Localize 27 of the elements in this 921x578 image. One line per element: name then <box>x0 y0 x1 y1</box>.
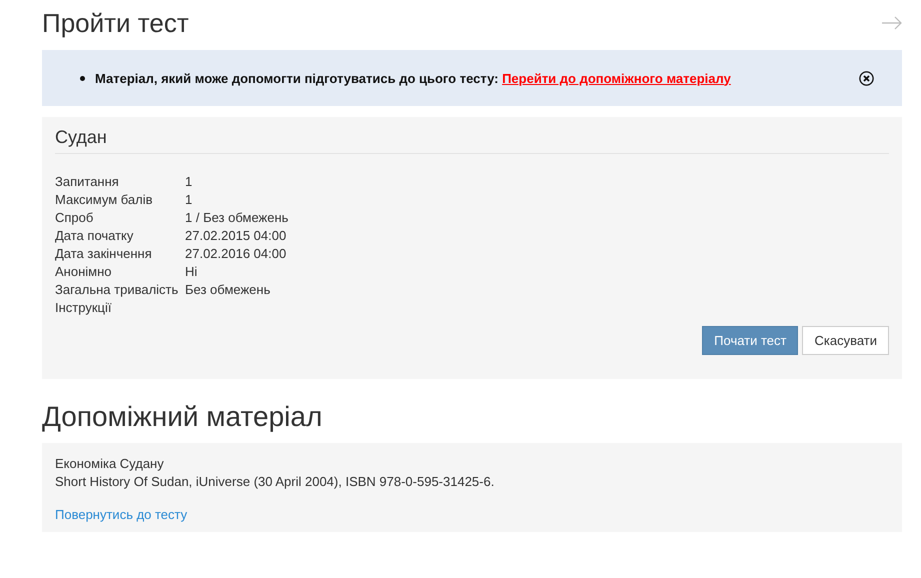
material-text: Short History Of Sudan, iUniverse (30 April 2004), ISBN 978-0-595-31425-6. <box>55 473 496 491</box>
detail-value: Ні <box>185 263 198 281</box>
close-icon[interactable] <box>859 70 874 86</box>
detail-label: Дата закінчення <box>55 245 153 263</box>
detail-value: Без обмежень <box>185 281 272 299</box>
notice-text: Матеріал, який може допомогти підготуватись до цього тесту: Перейти до допоміжного матеріалу <box>95 70 731 86</box>
detail-value: 27.02.2015 04:00 <box>185 227 288 245</box>
detail-label: Дата початку <box>55 227 134 245</box>
detail-value: 1 <box>185 173 194 191</box>
start-test-button[interactable]: Почати тест <box>702 326 798 355</box>
material-link[interactable]: Перейти до допоміжного матеріалу <box>502 70 731 86</box>
test-title: Судан <box>55 127 889 154</box>
detail-label: Запитання <box>55 173 120 191</box>
cancel-button[interactable]: Скасувати <box>802 326 889 355</box>
detail-label: Спроб <box>55 209 94 227</box>
detail-value: 1 <box>185 191 194 209</box>
detail-value: 1 / Без обмежень <box>185 209 290 227</box>
detail-label: Анонімно <box>55 263 112 281</box>
detail-label: Інструкції <box>55 299 112 317</box>
page-title: Пройти тест <box>42 8 189 38</box>
detail-value: 27.02.2016 04:00 <box>185 245 288 263</box>
back-link[interactable]: Повернутись до тесту <box>55 506 188 524</box>
detail-label: Максимум балів <box>55 191 154 209</box>
material-text: Економіка Судану <box>55 455 165 473</box>
detail-label: Загальна тривалість <box>55 281 180 299</box>
section-heading: Допоміжний матеріал <box>42 401 324 433</box>
bullet-icon <box>80 76 85 80</box>
